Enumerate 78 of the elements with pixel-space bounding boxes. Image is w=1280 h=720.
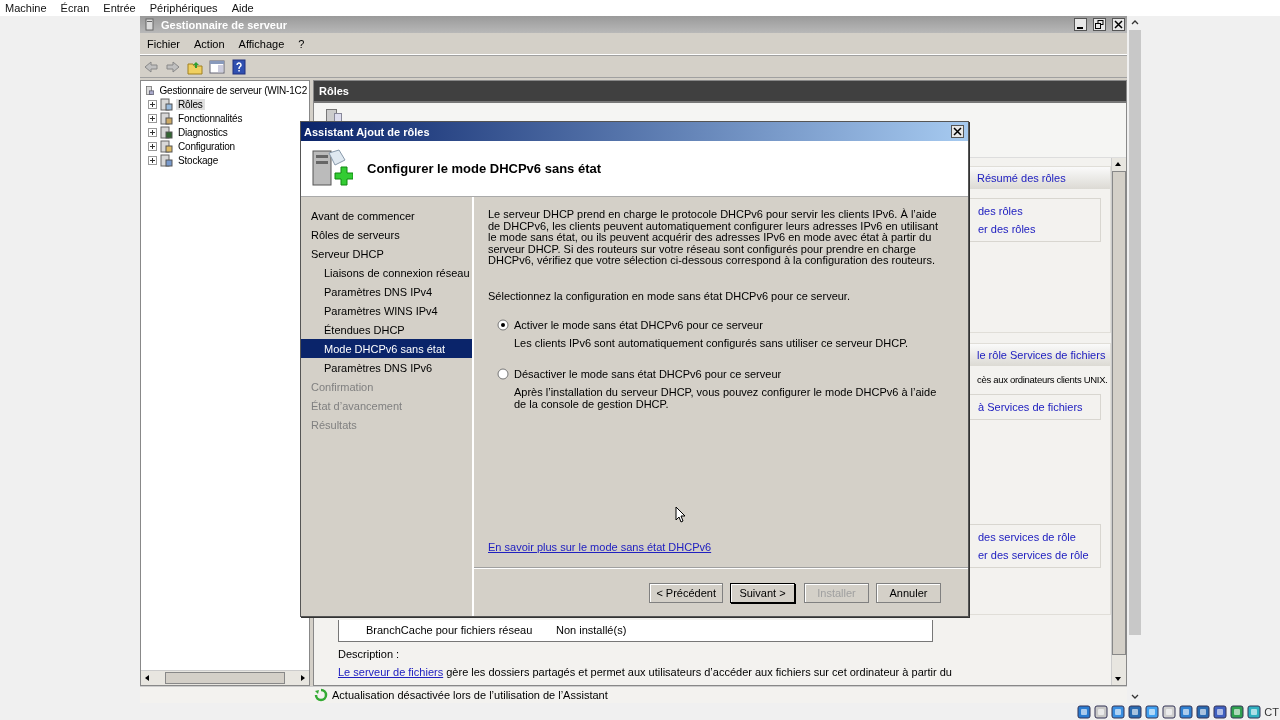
scrollbar-thumb[interactable] <box>1112 171 1126 655</box>
close-button[interactable] <box>951 125 964 138</box>
wizard-step[interactable]: Paramètres DNS IPv6 <box>301 358 472 377</box>
scrollbar-thumb[interactable] <box>165 672 285 684</box>
wizard-step[interactable]: Rôles de serveurs <box>301 225 472 244</box>
description-text: Le serveur de fichiers gère les dossiers partagés et permet aux utilisateurs d’accéder aux fichiers sur cet ordinateur à partir du <box>338 666 953 679</box>
pane-title: Rôles <box>314 81 1126 103</box>
action-link[interactable]: à Services de fichiers <box>978 401 1100 413</box>
wizard-button[interactable]: Suivant > <box>730 583 795 603</box>
node-icon <box>160 139 173 153</box>
intro-paragraph: Le serveur DHCP prend en charge le protocole DHCPv6 pour servir les clients IPv6. À l’aide de DHCPv6, les clients peuvent automatiquement configurer leurs adresses IPv6 en utilisant le mode sans état, ou ils peuvent acquérir des adresses IPv6 en mode avec état à partir du serveur DHCP. Si des routeurs sur votre réseau sont configurés pour prendre en charge DHCPv6, vérifiez que votre sélection ci-dessous correspond à la configuration des routeurs. <box>488 209 939 267</box>
wizard-button[interactable]: Annuler <box>876 583 941 603</box>
action-link[interactable]: des services de rôle <box>978 531 1100 543</box>
wizard-button[interactable]: < Précédent <box>649 583 723 603</box>
expand-icon[interactable] <box>148 127 157 137</box>
tree-item[interactable]: Fonctionnalités <box>176 112 245 124</box>
node-icon <box>160 97 173 111</box>
wizard-step[interactable]: Liaisons de connexion réseau <box>301 263 472 282</box>
page-heading: Configurer le mode DHCPv6 sans état <box>367 161 602 176</box>
action-link[interactable]: er des services de rôle <box>978 549 1100 561</box>
wizard-step[interactable]: Étendues DHCP <box>301 320 472 339</box>
help-icon[interactable] <box>231 58 247 75</box>
refresh-icon <box>314 688 328 702</box>
option-description: Les clients IPv6 sont automatiquement configurés sans utiliser ce serveur DHCP. <box>514 337 910 349</box>
action-link[interactable]: er des rôles <box>978 223 1100 235</box>
wizard-step[interactable]: Mode DHCPv6 sans état <box>301 339 472 358</box>
host-menu-item[interactable]: Machine <box>5 2 61 14</box>
wizard-step[interactable]: Paramètres WINS IPv4 <box>301 301 472 320</box>
mouse-pointer-icon <box>675 506 686 523</box>
radio-option[interactable]: Activer le mode sans état DHCPv6 pour ce serveur <box>497 318 954 331</box>
close-button[interactable] <box>1112 18 1125 31</box>
menu-item[interactable]: ? <box>298 38 305 50</box>
restore-button[interactable] <box>1093 18 1106 31</box>
dialog-title: Assistant Ajout de rôles <box>304 125 430 138</box>
host-menu-item[interactable]: Périphériques <box>149 2 232 14</box>
prompt-text: Sélectionnez la configuration en mode sans état DHCPv6 pour ce serveur. <box>488 289 851 302</box>
panel-header[interactable]: le rôle Services de fichiers <box>969 344 1110 366</box>
panel-icon[interactable] <box>209 58 225 75</box>
host-menu-item[interactable]: Entrée <box>103 2 150 14</box>
tree-item[interactable]: Stockage <box>176 154 221 166</box>
server-icon <box>144 18 157 31</box>
tree-item[interactable]: Rôles <box>176 98 205 110</box>
panel-text: cès aux ordinateurs clients UNIX. <box>976 374 1109 385</box>
table-cell-text: BranchCache pour fichiers réseau <box>366 624 534 636</box>
minimize-button[interactable] <box>1074 18 1087 31</box>
tree-item[interactable]: Configuration <box>176 140 237 152</box>
menu-item[interactable]: Affichage <box>238 38 285 50</box>
file-server-link[interactable]: Le serveur de fichiers <box>338 666 444 678</box>
host-menu-item[interactable]: Écran <box>60 2 104 14</box>
panel-header[interactable]: Résumé des rôles <box>969 167 1110 189</box>
node-icon <box>160 125 173 139</box>
wizard-step[interactable]: Avant de commencer <box>301 206 472 225</box>
server-icon <box>145 83 155 97</box>
wizard-step[interactable]: Serveur DHCP <box>301 244 472 263</box>
node-icon <box>160 153 173 167</box>
radio-button[interactable] <box>497 368 509 380</box>
expand-icon[interactable] <box>148 155 157 165</box>
description-label: Description : <box>338 648 401 661</box>
option-description: Après l’installation du serveur DHCP, vous pouvez configurer le mode DHCPv6 à l’aide de la console de gestion DHCP. <box>514 387 938 410</box>
tree-item[interactable]: Gestionnaire de serveur (WIN-1C2 <box>157 84 309 96</box>
table-cell-text: Non installé(s) <box>556 624 628 636</box>
window-title: Gestionnaire de serveur <box>161 18 288 31</box>
action-link[interactable]: des rôles <box>978 205 1100 217</box>
status-text: Actualisation désactivée lors de l’utilisation de l’Assistant <box>332 689 608 701</box>
radio-option[interactable]: Désactiver le mode sans état DHCPv6 pour ce serveur <box>497 368 954 380</box>
help-link[interactable]: En savoir plus sur le mode sans état DHCPv6 <box>488 541 712 553</box>
wizard-step[interactable]: Paramètres DNS IPv4 <box>301 282 472 301</box>
tree-item[interactable]: Diagnostics <box>176 126 230 138</box>
expand-icon[interactable] <box>148 141 157 151</box>
expand-icon[interactable] <box>148 99 157 109</box>
node-icon <box>160 111 173 125</box>
radio-button[interactable] <box>497 318 509 331</box>
expand-icon[interactable] <box>148 113 157 123</box>
menu-item[interactable]: Action <box>194 38 225 50</box>
scrollbar-thumb[interactable] <box>1129 30 1141 635</box>
host-menu-item[interactable]: Aide <box>231 2 268 14</box>
host-key-label: CT <box>1264 705 1280 718</box>
menu-item[interactable]: Fichier <box>147 38 180 50</box>
